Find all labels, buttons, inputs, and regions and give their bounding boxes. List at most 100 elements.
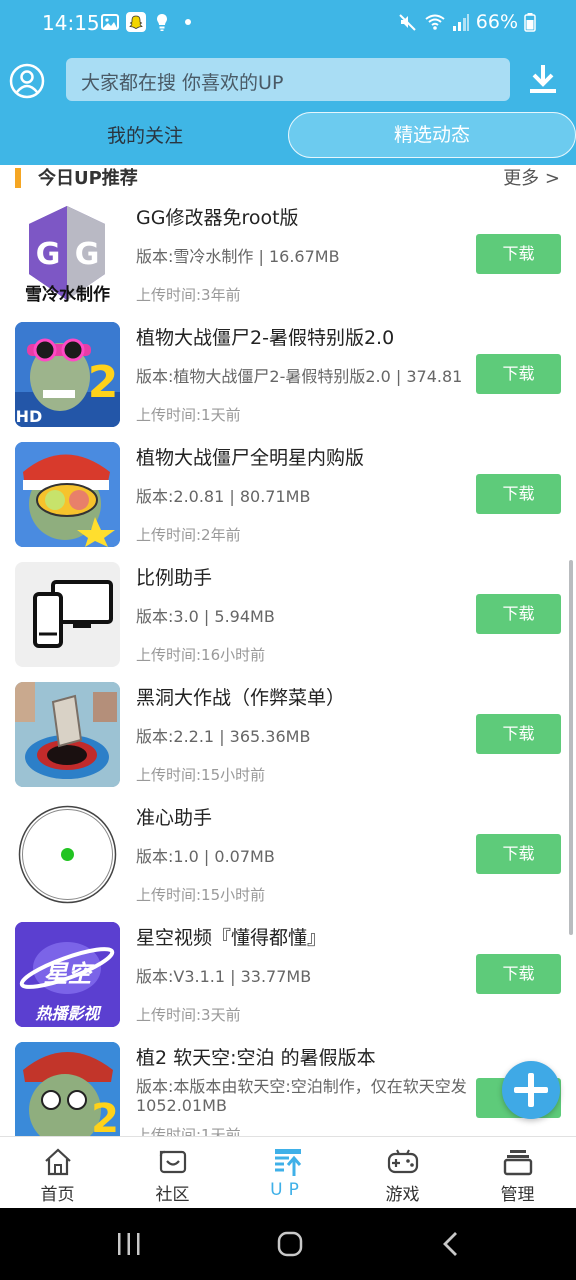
nav-label: 首页 [40,1185,75,1205]
svg-text:2: 2 [88,357,119,408]
recent-apps-icon[interactable] [116,1232,142,1256]
download-button[interactable]: 下载 [476,354,561,394]
battery-percent: 66% [475,11,518,33]
upload-time: 上传时间:1天前 [136,406,241,424]
status-bar: 14:15 66% [0,0,576,48]
upload-time: 上传时间:16小时前 [136,646,266,664]
svg-text:2: 2 [91,1096,119,1136]
nav-label: 管理 [500,1185,535,1205]
download-button[interactable]: 下载 [476,474,561,514]
app-title: GG修改器免root版 [136,207,299,229]
lightbulb-icon [157,14,167,31]
list-item[interactable]: 星空 热播影视 星空视频『懂得都懂』 版本:V3.1.1 | 33.77MB 上… [0,913,576,1033]
section-accent-bar [15,168,21,188]
add-button[interactable] [502,1061,560,1119]
app-title: 植物大战僵尸2-暑假特别版2.0 [136,327,395,349]
app-meta: 版本:2.2.1 | 365.36MB [136,727,311,746]
download-button[interactable]: 下载 [476,954,561,994]
upload-time: 上传时间:3年前 [136,286,241,304]
nav-community[interactable]: 社区 [115,1137,230,1209]
plus-icon [514,1073,548,1107]
upload-time: 上传时间:2年前 [136,526,241,544]
list-item[interactable]: 植物大战僵尸全明星内购版 版本:2.0.81 | 80.71MB 上传时间:2年… [0,433,576,553]
app-meta: 版本:本版本由软天空:空泊制作，仅在软天空发 [136,1077,467,1096]
list-item[interactable]: 2 植2 软天空:空泊 的暑假版本 版本:本版本由软天空:空泊制作，仅在软天空发… [0,1033,576,1136]
more-link[interactable]: 更多 > [503,164,560,190]
app-title: 准心助手 [136,807,213,829]
download-button[interactable]: 下载 [476,234,561,274]
dot-icon [185,19,191,25]
gamepad-icon [387,1149,419,1174]
crosshair-icon [15,802,120,907]
nav-up[interactable]: UP [230,1137,345,1209]
list-item[interactable]: 比例助手 版本:3.0 | 5.94MB 上传时间:16小时前 下载 [0,553,576,673]
status-right: 66% [398,11,536,33]
svg-text:HD: HD [16,407,43,426]
download-button[interactable]: 下载 [476,834,561,874]
scrollbar[interactable] [569,560,573,935]
svg-text:G: G [36,237,61,272]
app-title: 比例助手 [136,567,213,589]
icon-caption: 雪冷水制作 [25,285,110,305]
app-meta: 版本:1.0 | 0.07MB [136,847,275,866]
list-item[interactable]: G G 雪冷水制作 GG修改器免root版 版本:雪冷水制作 | 16.67MB… [0,193,576,313]
manage-icon [503,1150,533,1176]
home-icon [45,1148,71,1176]
back-icon[interactable] [440,1230,462,1258]
home-button-icon[interactable] [276,1230,304,1258]
tab-following[interactable]: 我的关注 [60,114,230,158]
upload-time: 上传时间:3天前 [136,1006,241,1024]
nav-label: 游戏 [385,1185,420,1205]
icon-badge: 星空 [43,960,92,988]
app-meta: 版本:3.0 | 5.94MB [136,607,275,626]
gallery-icon [101,14,119,30]
ratio-assistant-icon [15,562,120,667]
download-manager-icon[interactable] [527,62,559,96]
pvz-allstar-icon [15,442,120,547]
app-meta: 版本:植物大战僵尸2-暑假特别版2.0 | 374.81 [136,367,463,386]
app-title: 黑洞大作战（作弊菜单） [136,687,346,709]
app-title: 星空视频『懂得都懂』 [136,927,327,949]
app-meta: 版本:V3.1.1 | 33.77MB [136,967,312,986]
section-title: 今日UP推荐 [38,168,138,189]
list-item[interactable]: 准心助手 版本:1.0 | 0.07MB 上传时间:15小时前 下载 [0,793,576,913]
list-item[interactable]: 2 HD 植物大战僵尸2-暑假特别版2.0 版本:植物大战僵尸2-暑假特别版2.… [0,313,576,433]
download-button[interactable]: 下载 [476,594,561,634]
up-icon [275,1149,302,1176]
list-item[interactable]: 黑洞大作战（作弊菜单） 版本:2.2.1 | 365.36MB 上传时间:15小… [0,673,576,793]
app-title: 植物大战僵尸全明星内购版 [136,447,365,469]
nav-games[interactable]: 游戏 [345,1137,460,1209]
nav-home[interactable]: 首页 [0,1137,115,1209]
pvz2-soft-icon: 2 [15,1042,120,1136]
bottom-nav: 首页 社区 UP 游戏 管理 [0,1136,576,1208]
download-button[interactable]: 下载 [476,714,561,754]
upload-time: 上传时间:15小时前 [136,886,266,904]
svg-text:G: G [75,237,100,272]
notification-icons [100,12,198,32]
section-header: 今日UP推荐 更多 > [0,165,576,193]
user-avatar-icon[interactable] [9,63,45,99]
black-hole-icon [15,682,120,787]
battery-icon [524,13,536,32]
pvz2-summer-icon: 2 HD [15,322,120,427]
mute-icon [399,14,416,31]
wifi-icon [425,14,445,30]
upload-time: 上传时间:1天前 [136,1126,241,1136]
nav-label: UP [270,1180,305,1200]
app-meta: 版本:2.0.81 | 80.71MB [136,487,311,506]
snapchat-icon [126,12,146,32]
upload-time: 上传时间:15小时前 [136,766,266,784]
app-list: G G 雪冷水制作 GG修改器免root版 版本:雪冷水制作 | 16.67MB… [0,193,576,1136]
app-size: 1052.01MB [136,1096,227,1115]
status-time: 14:15 [42,11,100,35]
nav-label: 社区 [155,1185,190,1205]
system-nav-bar [0,1208,576,1280]
tab-featured[interactable]: 精选动态 [288,112,576,158]
nav-manage[interactable]: 管理 [460,1137,575,1209]
signal-icon [452,14,469,31]
community-icon [159,1150,187,1174]
starry-video-icon: 星空 热播影视 [15,922,120,1027]
search-input[interactable]: 大家都在搜 你喜欢的UP [66,58,510,101]
app-title: 植2 软天空:空泊 的暑假版本 [136,1047,376,1069]
icon-caption: 热播影视 [35,1004,100,1023]
